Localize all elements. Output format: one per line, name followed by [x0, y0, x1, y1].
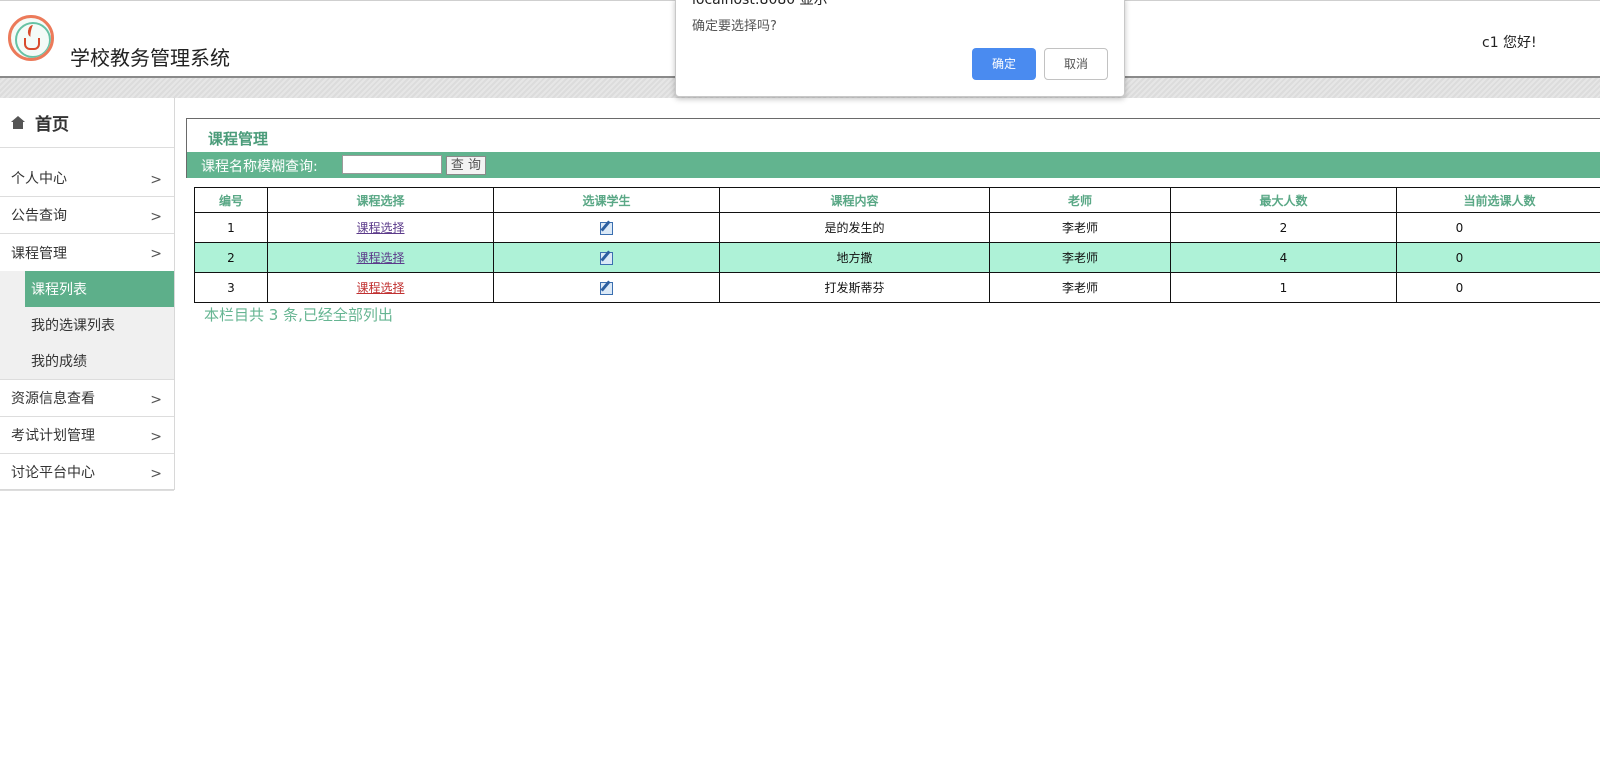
sidebar-subitem-my-courses[interactable]: 我的选课列表: [25, 307, 174, 343]
search-button[interactable]: 查 询: [446, 156, 486, 175]
sidebar-item-resources[interactable]: 资源信息查看 >: [0, 380, 174, 417]
cell-max: 2: [1170, 212, 1397, 243]
cell-students: [493, 212, 720, 243]
cell-teacher: 李老师: [989, 212, 1171, 243]
sidebar: 首页 个人中心 > 公告查询 > 课程管理 > 课程列表 我的选课列表 我的成绩…: [0, 98, 175, 491]
chevron-right-icon: >: [150, 466, 162, 482]
course-select-link[interactable]: 课程选择: [356, 251, 404, 265]
cell-current: 0: [1396, 242, 1600, 273]
sidebar-item-label: 个人中心: [11, 171, 67, 187]
sidebar-item-course-management[interactable]: 课程管理 >: [0, 234, 174, 271]
table-row: 1 课程选择 是的发生的 李老师 2 0: [194, 212, 1600, 243]
user-greeting: c1 您好!: [1482, 35, 1537, 51]
sidebar-item-label: 讨论平台中心: [11, 465, 95, 481]
cell-teacher: 李老师: [989, 242, 1171, 273]
course-submenu: 课程列表 我的选课列表 我的成绩: [0, 271, 174, 380]
course-panel: 课程管理 课程名称模糊查询: 查 询: [186, 118, 1600, 178]
search-label: 课程名称模糊查询:: [201, 159, 318, 175]
cell-content: 是的发生的: [719, 212, 990, 243]
cell-students: [493, 272, 720, 303]
home-icon: [11, 116, 25, 129]
chevron-right-icon: >: [150, 246, 162, 262]
sidebar-item-label: 考试计划管理: [11, 428, 95, 444]
sidebar-home[interactable]: 首页: [0, 98, 174, 148]
cell-current: 0: [1396, 272, 1600, 303]
table-row: 3 课程选择 打发斯蒂芬 李老师 1 0: [194, 272, 1600, 303]
cell-select: 课程选择: [267, 272, 494, 303]
cell-students: [493, 242, 720, 273]
chevron-right-icon: >: [150, 172, 162, 188]
cell-content: 地方撒: [719, 242, 990, 273]
cell-id: 3: [194, 272, 268, 303]
cell-id: 2: [194, 242, 268, 273]
page: 学校教务管理系统 c1 您好! 首页 个人中心 > 公告查询 > 课程管理 > …: [0, 0, 1600, 780]
table-header-row: 编号 课程选择 选课学生 课程内容 老师 最大人数 当前选课人数: [194, 187, 1600, 213]
sidebar-item-label: 资源信息查看: [11, 391, 95, 407]
panel-title: 课程管理: [208, 130, 269, 148]
cell-teacher: 李老师: [989, 272, 1171, 303]
dialog-message: 确定要选择吗?: [692, 19, 777, 34]
course-select-link[interactable]: 课程选择: [356, 281, 404, 295]
sidebar-subitem-course-list[interactable]: 课程列表: [25, 271, 174, 307]
sidebar-item-personal-center[interactable]: 个人中心 >: [0, 160, 174, 197]
header-content: 课程内容: [719, 187, 990, 213]
course-table: 编号 课程选择 选课学生 课程内容 老师 最大人数 当前选课人数 1 课程选择 …: [194, 187, 1600, 303]
table-row: 2 课程选择 地方撒 李老师 4 0: [194, 242, 1600, 273]
confirm-dialog: localhost:8080 显示 确定要选择吗? 确定 取消: [675, 0, 1125, 97]
chevron-right-icon: >: [150, 392, 162, 408]
cell-current: 0: [1396, 212, 1600, 243]
edit-icon[interactable]: [600, 221, 613, 235]
chevron-right-icon: >: [150, 209, 162, 225]
header-max: 最大人数: [1170, 187, 1397, 213]
app-title: 学校教务管理系统: [70, 46, 230, 70]
header-students: 选课学生: [493, 187, 720, 213]
search-input[interactable]: [342, 155, 442, 174]
logo-icon: [8, 15, 54, 61]
search-bar: 课程名称模糊查询: 查 询: [187, 152, 1600, 178]
sidebar-item-exam-plans[interactable]: 考试计划管理 >: [0, 417, 174, 454]
dialog-origin: localhost:8080 显示: [692, 0, 828, 8]
sidebar-item-announcements[interactable]: 公告查询 >: [0, 197, 174, 234]
chevron-right-icon: >: [150, 429, 162, 445]
cell-max: 4: [1170, 242, 1397, 273]
cell-content: 打发斯蒂芬: [719, 272, 990, 303]
sidebar-item-label: 公告查询: [11, 208, 67, 224]
header-teacher: 老师: [989, 187, 1171, 213]
record-count-note: 本栏目共 3 条,已经全部列出: [204, 306, 393, 324]
cell-select: 课程选择: [267, 212, 494, 243]
confirm-ok-button[interactable]: 确定: [972, 48, 1036, 80]
sidebar-item-label: 课程管理: [11, 245, 67, 262]
edit-icon[interactable]: [600, 251, 613, 265]
sidebar-home-label: 首页: [35, 115, 69, 135]
cell-select: 课程选择: [267, 242, 494, 273]
cell-id: 1: [194, 212, 268, 243]
sidebar-subitem-my-grades[interactable]: 我的成绩: [25, 343, 174, 379]
sidebar-item-discussion[interactable]: 讨论平台中心 >: [0, 454, 174, 491]
edit-icon[interactable]: [600, 281, 613, 295]
confirm-cancel-button[interactable]: 取消: [1044, 48, 1108, 80]
header-current: 当前选课人数: [1396, 187, 1600, 213]
cell-max: 1: [1170, 272, 1397, 303]
course-select-link[interactable]: 课程选择: [356, 221, 404, 235]
header-course-select: 课程选择: [267, 187, 494, 213]
header-id: 编号: [194, 187, 268, 213]
